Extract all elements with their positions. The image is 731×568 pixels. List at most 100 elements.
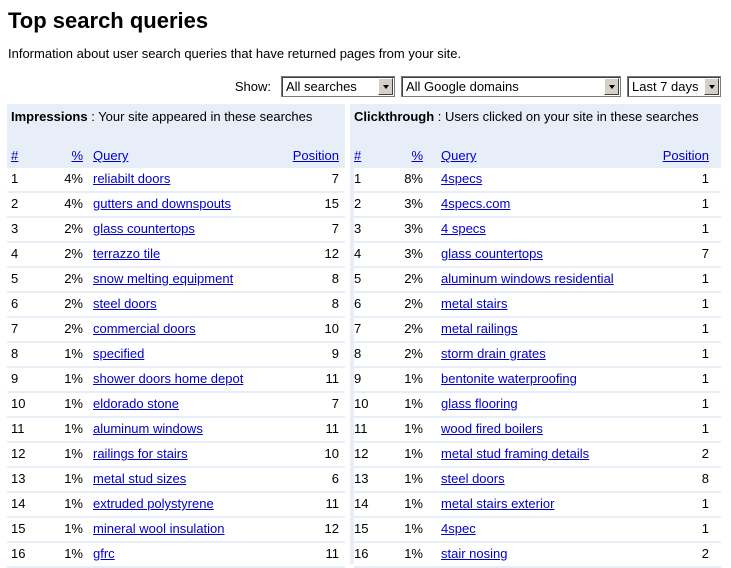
impressions-heading: Impressions : Your site appeared in thes… — [7, 104, 345, 147]
position-cell: 1 — [701, 271, 709, 286]
table-row: 9 1% bentonite waterproofing 1 — [354, 368, 721, 393]
percent-cell: 2% — [64, 321, 83, 336]
position-cell: 1 — [701, 396, 709, 411]
search-type-value: All searches — [286, 79, 357, 94]
query-link[interactable]: shower doors home depot — [93, 368, 243, 390]
table-row: 13 1% steel doors 8 — [354, 468, 721, 493]
query-link[interactable]: commercial doors — [93, 318, 196, 340]
rank-cell: 7 — [11, 321, 19, 336]
query-link[interactable]: railings for stairs — [93, 443, 188, 465]
sort-by-rank-link[interactable]: # — [11, 148, 18, 164]
query-link[interactable]: 4specs.com — [441, 193, 510, 215]
percent-cell: 1% — [404, 446, 423, 461]
impressions-subtitle: : Your site appeared in these searches — [87, 109, 313, 124]
table-row: 7 2% commercial doors 10 — [7, 318, 345, 343]
table-row: 8 2% storm drain grates 1 — [354, 343, 721, 368]
sort-by-position-link[interactable]: Position — [293, 148, 339, 164]
table-row: 14 1% metal stairs exterior 1 — [354, 493, 721, 518]
position-cell: 1 — [701, 321, 709, 336]
table-row: 1 8% 4specs 1 — [354, 168, 721, 193]
percent-cell: 1% — [64, 446, 83, 461]
clickthrough-title: Clickthrough — [354, 109, 435, 124]
position-cell: 1 — [701, 346, 709, 361]
percent-cell: 1% — [64, 396, 83, 411]
sort-by-rank-link[interactable]: # — [354, 148, 361, 164]
position-cell: 1 — [701, 371, 709, 386]
query-link[interactable]: 4spec — [441, 518, 476, 540]
rank-cell: 15 — [354, 521, 369, 536]
position-cell: 11 — [325, 371, 340, 386]
query-link[interactable]: gutters and downspouts — [93, 193, 231, 215]
query-link[interactable]: mineral wool insulation — [93, 518, 225, 540]
query-link[interactable]: 4 specs — [441, 218, 486, 240]
rank-cell: 5 — [354, 271, 362, 286]
table-row: 11 1% wood fired boilers 1 — [354, 418, 721, 443]
table-row: 4 2% terrazzo tile 12 — [7, 243, 345, 268]
query-link[interactable]: eldorado stone — [93, 393, 179, 415]
position-cell: 11 — [325, 546, 340, 561]
rank-cell: 1 — [354, 171, 362, 186]
table-row: 7 2% metal railings 1 — [354, 318, 721, 343]
query-link[interactable]: specified — [93, 343, 144, 365]
domain-select[interactable]: All Google domains — [401, 76, 621, 97]
chevron-down-icon[interactable] — [378, 78, 393, 95]
query-link[interactable]: glass countertops — [441, 243, 543, 265]
table-row: 10 1% glass flooring 1 — [354, 393, 721, 418]
position-cell: 12 — [324, 246, 339, 261]
table-row: 2 4% gutters and downspouts 15 — [7, 193, 345, 218]
position-cell: 7 — [331, 171, 339, 186]
table-row: 10 1% eldorado stone 7 — [7, 393, 345, 418]
period-select[interactable]: Last 7 days — [627, 76, 721, 97]
rank-cell: 9 — [11, 371, 19, 386]
sort-by-query-link[interactable]: Query — [93, 148, 128, 164]
query-link[interactable]: metal stud sizes — [93, 468, 186, 490]
percent-cell: 2% — [404, 296, 423, 311]
percent-cell: 1% — [64, 371, 83, 386]
query-link[interactable]: wood fired boilers — [441, 418, 543, 440]
position-cell: 2 — [701, 446, 709, 461]
rank-cell: 12 — [354, 446, 369, 461]
query-link[interactable]: metal railings — [441, 318, 518, 340]
rank-cell: 13 — [354, 471, 369, 486]
query-link[interactable]: reliabilt doors — [93, 168, 170, 190]
query-link[interactable]: gfrc — [93, 543, 115, 565]
query-link[interactable]: stair nosing — [441, 543, 507, 565]
table-row: 1 4% reliabilt doors 7 — [7, 168, 345, 193]
percent-cell: 2% — [64, 221, 83, 236]
rank-cell: 11 — [11, 421, 25, 436]
query-link[interactable]: steel doors — [93, 293, 157, 315]
sort-by-position-link[interactable]: Position — [663, 148, 709, 164]
rank-cell: 3 — [11, 221, 19, 236]
table-row: 13 1% metal stud sizes 6 — [7, 468, 345, 493]
sort-by-query-link[interactable]: Query — [441, 148, 476, 164]
percent-cell: 2% — [64, 246, 83, 261]
percent-cell: 1% — [64, 546, 83, 561]
query-link[interactable]: aluminum windows residential — [441, 268, 614, 290]
query-link[interactable]: steel doors — [441, 468, 505, 490]
query-link[interactable]: terrazzo tile — [93, 243, 160, 265]
show-label: Show: — [234, 79, 271, 94]
search-type-select[interactable]: All searches — [281, 76, 395, 97]
query-link[interactable]: storm drain grates — [441, 343, 546, 365]
rank-cell: 8 — [11, 346, 19, 361]
query-link[interactable]: bentonite waterproofing — [441, 368, 577, 390]
query-link[interactable]: metal stud framing details — [441, 443, 589, 465]
query-link[interactable]: glass countertops — [93, 218, 195, 240]
query-link[interactable]: metal stairs exterior — [441, 493, 554, 515]
rank-cell: 2 — [354, 196, 362, 211]
query-link[interactable]: aluminum windows — [93, 418, 203, 440]
position-cell: 7 — [701, 246, 709, 261]
query-link[interactable]: metal stairs — [441, 293, 507, 315]
query-link[interactable]: snow melting equipment — [93, 268, 233, 290]
table-row: 14 1% extruded polystyrene 11 — [7, 493, 345, 518]
sort-by-percent-link[interactable]: % — [47, 148, 83, 164]
chevron-down-icon[interactable] — [604, 78, 619, 95]
percent-cell: 2% — [404, 321, 423, 336]
sort-by-percent-link[interactable]: % — [390, 148, 423, 164]
query-link[interactable]: extruded polystyrene — [93, 493, 214, 515]
query-link[interactable]: 4specs — [441, 168, 482, 190]
table-row: 16 1% gfrc 11 — [7, 543, 345, 568]
query-link[interactable]: glass flooring — [441, 393, 518, 415]
percent-cell: 1% — [404, 471, 423, 486]
chevron-down-icon[interactable] — [704, 78, 719, 95]
